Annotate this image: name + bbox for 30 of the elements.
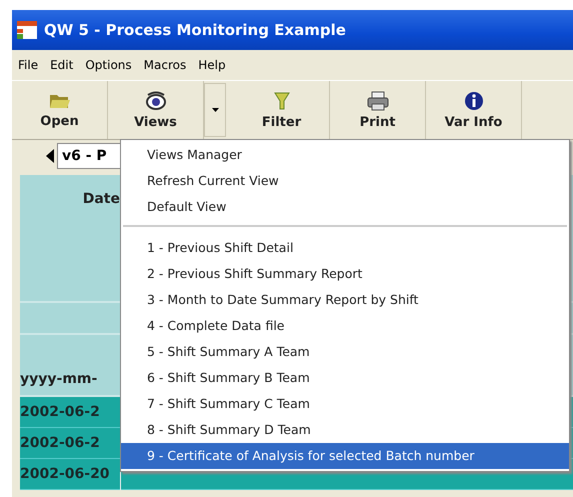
info-icon xyxy=(464,90,484,110)
menu-option[interactable]: 4 - Complete Data file xyxy=(121,313,569,339)
dropdown-button[interactable] xyxy=(204,83,226,137)
caret-icon xyxy=(212,108,218,112)
menu-option[interactable]: 6 - Shift Summary B Team xyxy=(121,365,569,391)
date-cell: 2002-06-20 xyxy=(20,459,120,490)
date-cell: 2002-06-2 xyxy=(20,397,120,428)
printer-icon xyxy=(366,90,388,110)
menu-option[interactable]: 8 - Shift Summary D Team xyxy=(121,417,569,443)
menu-item[interactable]: Options xyxy=(85,58,132,72)
menu-option[interactable]: 2 - Previous Shift Summary Report xyxy=(121,261,569,287)
menu-item[interactable]: Help xyxy=(198,58,226,72)
menu-item[interactable]: Edit xyxy=(50,58,74,72)
menu-item[interactable]: Macros xyxy=(144,58,186,72)
menu-option[interactable]: Default View xyxy=(121,194,569,220)
window-title: QW 5 - Process Monitoring Example xyxy=(44,21,346,39)
menu-option[interactable]: 3 - Month to Date Summary Report by Shift xyxy=(121,287,569,313)
menu-option[interactable]: Refresh Current View xyxy=(121,168,569,194)
menu-item[interactable]: File xyxy=(18,58,38,72)
left-arrow-icon xyxy=(46,149,54,163)
date-cell: 2002-06-2 xyxy=(20,428,120,459)
date-format-cell: yyyy-mm- xyxy=(20,335,120,397)
menu-option[interactable]: 1 - Previous Shift Detail xyxy=(121,235,569,261)
menu-option[interactable]: 9 - Certificate of Analysis for selected Batch number xyxy=(121,443,569,469)
menu-option[interactable]: 5 - Shift Summary A Team xyxy=(121,339,569,365)
eye-icon xyxy=(144,90,166,110)
menu-option[interactable]: 7 - Shift Summary C Team xyxy=(121,391,569,417)
app-icon xyxy=(16,20,38,40)
column-header: Date xyxy=(20,175,120,303)
filter-icon xyxy=(272,90,290,110)
